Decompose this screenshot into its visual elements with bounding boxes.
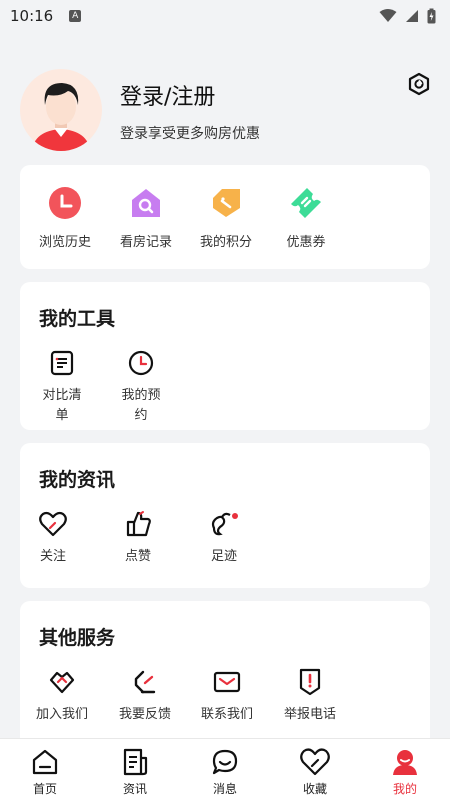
feedback-label: 我要反馈 bbox=[118, 707, 171, 722]
contact-us-label: 联系我们 bbox=[200, 707, 253, 722]
feedback-button[interactable]: 我要反馈 bbox=[108, 667, 182, 725]
home-icon bbox=[30, 747, 60, 777]
login-subtitle: 登录享受更多购房优惠 bbox=[120, 126, 260, 142]
appointment-button[interactable]: 我的预约 bbox=[104, 348, 178, 426]
signal-icon bbox=[406, 10, 418, 22]
nav-news[interactable]: 资讯 bbox=[90, 739, 180, 800]
notification-icon: A bbox=[69, 10, 82, 22]
tools-title: 我的工具 bbox=[39, 308, 116, 330]
history-button[interactable]: 浏览历史 bbox=[28, 185, 102, 250]
news-icon bbox=[120, 747, 150, 777]
status-time: 10:16 bbox=[10, 7, 54, 25]
viewing-record-label: 看房记录 bbox=[119, 235, 172, 250]
history-label: 浏览历史 bbox=[38, 235, 91, 250]
settings-button[interactable] bbox=[406, 71, 432, 97]
report-phone-button[interactable]: 举报电话 bbox=[273, 667, 347, 725]
clock-icon bbox=[47, 185, 83, 221]
services-title: 其他服务 bbox=[39, 627, 116, 649]
footprint-label: 足迹 bbox=[210, 549, 237, 564]
thumbs-up-icon bbox=[123, 509, 153, 539]
compare-list-button[interactable]: 对比清单 bbox=[25, 348, 99, 426]
house-search-icon bbox=[128, 185, 164, 221]
login-register-title[interactable]: 登录/注册 bbox=[120, 79, 215, 111]
nav-messages[interactable]: 消息 bbox=[180, 739, 270, 800]
hexagon-gear-icon bbox=[408, 72, 430, 96]
report-phone-label: 举报电话 bbox=[283, 707, 336, 722]
join-us-button[interactable]: 加入我们 bbox=[25, 667, 99, 725]
footprint-icon bbox=[209, 509, 239, 539]
clock-icon bbox=[126, 348, 156, 378]
viewing-record-button[interactable]: 看房记录 bbox=[109, 185, 183, 250]
report-icon bbox=[295, 667, 325, 697]
nav-news-label: 资讯 bbox=[122, 782, 147, 796]
avatar[interactable] bbox=[20, 69, 102, 151]
follow-button[interactable]: 关注 bbox=[16, 509, 90, 567]
user-icon bbox=[390, 747, 420, 777]
coupon-label: 优惠券 bbox=[286, 235, 326, 250]
profile-header[interactable]: 登录/注册 登录享受更多购房优惠 bbox=[20, 69, 430, 153]
list-icon bbox=[47, 348, 77, 378]
footprint-button[interactable]: 足迹 bbox=[187, 509, 261, 567]
services-card: 其他服务 加入我们 我要反馈 联系我们 举报电话 bbox=[20, 601, 430, 751]
join-us-label: 加入我们 bbox=[35, 707, 88, 722]
like-label: 点赞 bbox=[124, 549, 151, 564]
like-button[interactable]: 点赞 bbox=[101, 509, 175, 567]
quick-actions-card: 浏览历史 看房记录 我的积分 优惠券 bbox=[20, 165, 430, 269]
coupon-button[interactable]: 优惠券 bbox=[269, 185, 343, 250]
points-label: 我的积分 bbox=[199, 235, 252, 250]
battery-icon bbox=[427, 8, 436, 24]
nav-favorites[interactable]: 收藏 bbox=[270, 739, 360, 800]
feedback-icon bbox=[130, 667, 160, 697]
news-card: 我的资讯 关注 点赞 足迹 bbox=[20, 443, 430, 588]
heart-icon bbox=[38, 509, 68, 539]
tag-icon bbox=[208, 185, 244, 221]
heart-icon bbox=[300, 747, 330, 777]
nav-favorites-label: 收藏 bbox=[302, 782, 327, 796]
nav-mine-label: 我的 bbox=[392, 782, 417, 796]
message-icon bbox=[210, 747, 240, 777]
bottom-navigation: 首页 资讯 消息 收藏 我的 bbox=[0, 738, 450, 800]
compare-list-label: 对比清单 bbox=[42, 388, 82, 423]
points-button[interactable]: 我的积分 bbox=[189, 185, 263, 250]
status-indicators bbox=[379, 8, 436, 24]
nav-messages-label: 消息 bbox=[212, 782, 237, 796]
nav-mine[interactable]: 我的 bbox=[360, 739, 450, 800]
appointment-label: 我的预约 bbox=[121, 388, 161, 423]
follow-label: 关注 bbox=[39, 549, 66, 564]
mail-icon bbox=[212, 667, 242, 697]
tools-card: 我的工具 对比清单 我的预约 bbox=[20, 282, 430, 430]
handshake-icon bbox=[47, 667, 77, 697]
wifi-icon bbox=[379, 9, 397, 22]
status-bar: 10:16 A bbox=[0, 0, 450, 32]
contact-us-button[interactable]: 联系我们 bbox=[190, 667, 264, 725]
nav-home-label: 首页 bbox=[32, 782, 57, 796]
news-title: 我的资讯 bbox=[39, 469, 116, 491]
ticket-icon bbox=[288, 185, 324, 221]
nav-home[interactable]: 首页 bbox=[0, 739, 90, 800]
